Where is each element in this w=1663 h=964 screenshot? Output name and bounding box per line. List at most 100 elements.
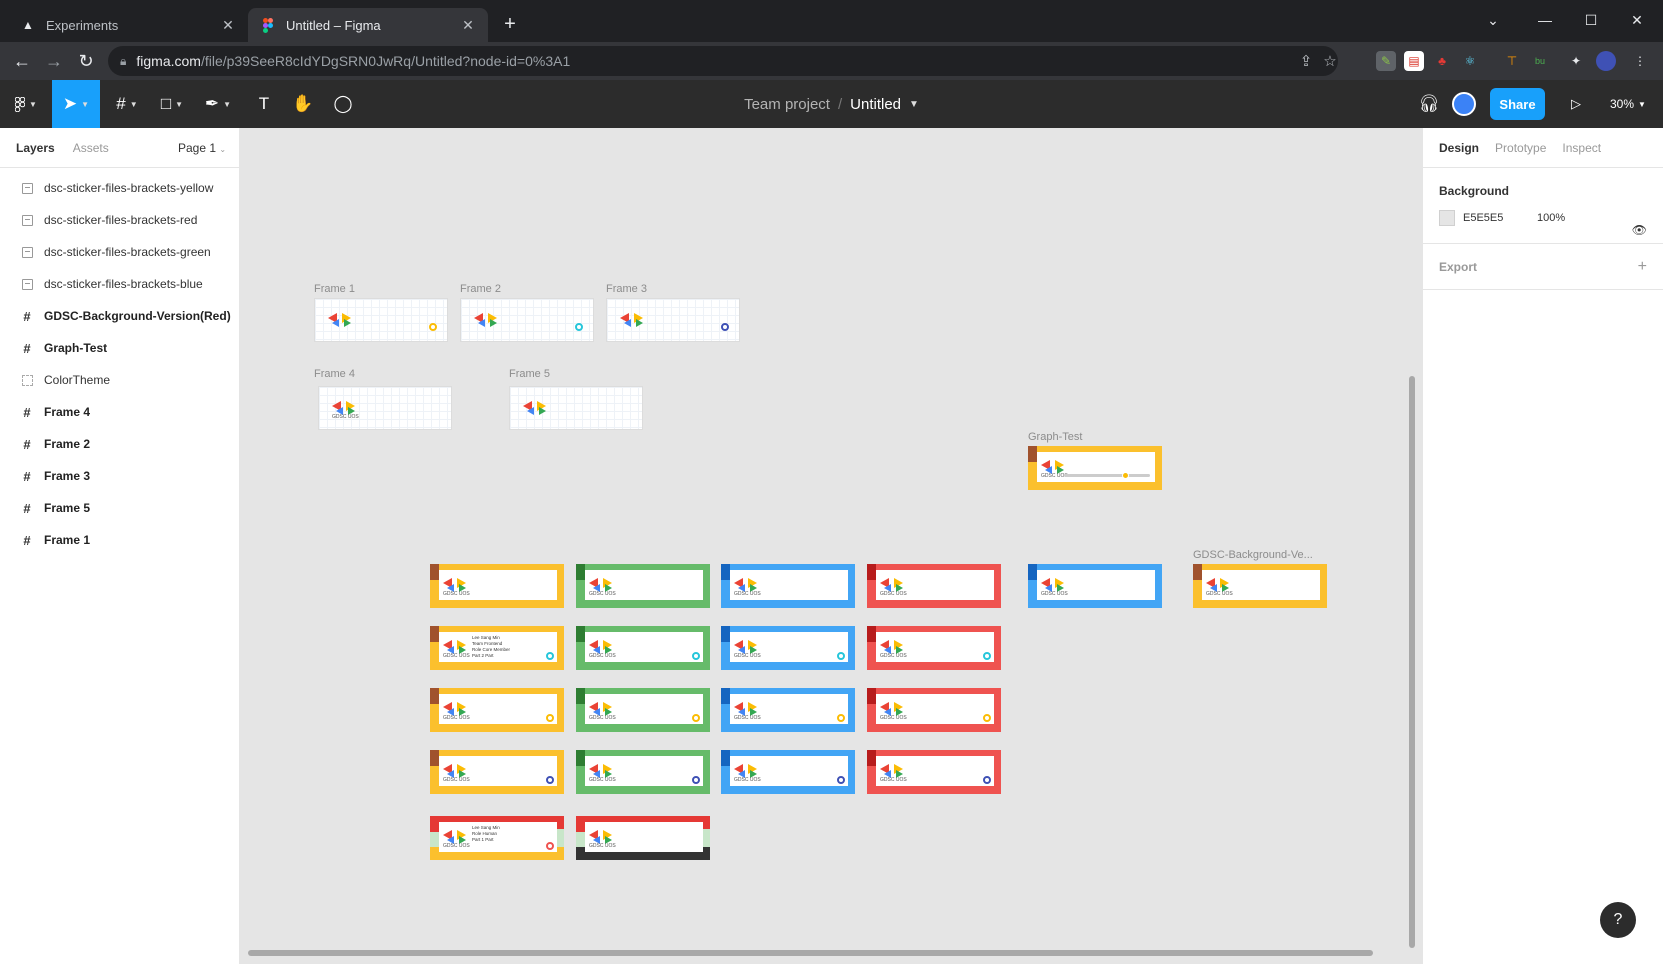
- frame-label[interactable]: Frame 4: [314, 368, 355, 380]
- layer-item[interactable]: dsc-sticker-files-brackets-green: [0, 236, 239, 268]
- color-sticker[interactable]: GDSC UOS: [430, 750, 564, 794]
- vertical-scrollbar[interactable]: [1409, 376, 1415, 948]
- color-sticker[interactable]: GDSC UOS: [576, 750, 710, 794]
- color-sticker[interactable]: GDSC UOS: [867, 688, 1001, 732]
- layer-item[interactable]: # Frame 4: [0, 396, 239, 428]
- tab-assets[interactable]: Assets: [73, 141, 109, 155]
- color-sticker[interactable]: GDSC UOS: [430, 564, 564, 608]
- color-sticker[interactable]: GDSC UOS: [867, 564, 1001, 608]
- color-sticker[interactable]: GDSC UOS: [1028, 446, 1162, 490]
- background-opacity-input[interactable]: 100%: [1537, 212, 1565, 224]
- page-selector[interactable]: Page 1 ⌄: [178, 141, 226, 155]
- new-tab-button[interactable]: +: [500, 14, 520, 34]
- present-play-icon[interactable]: ▷: [1564, 80, 1588, 128]
- bookmark-star-icon[interactable]: ☆: [1318, 49, 1342, 73]
- layer-item[interactable]: dsc-sticker-files-brackets-blue: [0, 268, 239, 300]
- maximize-button[interactable]: ☐: [1568, 6, 1614, 34]
- color-sticker[interactable]: GDSC UOS: [721, 626, 855, 670]
- extension-react-icon[interactable]: ⚛: [1460, 51, 1480, 71]
- color-sticker[interactable]: GDSC UOS: [430, 688, 564, 732]
- close-icon[interactable]: ✕: [460, 17, 476, 33]
- color-sticker[interactable]: GDSC UOS: [721, 564, 855, 608]
- minimize-button[interactable]: —: [1522, 6, 1568, 34]
- frame-label[interactable]: Frame 1: [314, 283, 355, 295]
- design-canvas[interactable]: Frame 1 Frame 2 Frame 3 Frame 4 Frame 5 GDSC …: [240, 128, 1422, 964]
- chevron-down-icon[interactable]: ▼: [909, 99, 919, 110]
- extension-pen-icon[interactable]: ✎: [1376, 51, 1396, 71]
- layer-item[interactable]: ColorTheme: [0, 364, 239, 396]
- color-sticker[interactable]: GDSC UOS: [867, 750, 1001, 794]
- layer-item[interactable]: # GDSC-Background-Version(Red): [0, 300, 239, 332]
- eye-icon[interactable]: 👁︎: [1632, 223, 1647, 237]
- frame-label[interactable]: Frame 3: [606, 283, 647, 295]
- color-sticker[interactable]: GDSC UOS: [576, 564, 710, 608]
- layer-item[interactable]: dsc-sticker-files-brackets-yellow: [0, 172, 239, 204]
- sticker-frame[interactable]: GDSC UOS: [318, 386, 452, 430]
- user-avatar[interactable]: [1452, 92, 1476, 116]
- sticker-frame[interactable]: [314, 298, 448, 342]
- extensions-puzzle-icon[interactable]: ✦: [1566, 51, 1586, 71]
- close-icon[interactable]: ✕: [220, 17, 236, 33]
- frame-label[interactable]: Graph-Test: [1028, 431, 1082, 443]
- comment-tool-icon[interactable]: ◯: [328, 80, 358, 128]
- horizontal-scrollbar[interactable]: [248, 950, 1373, 956]
- close-window-button[interactable]: ✕: [1614, 6, 1660, 34]
- help-button[interactable]: ?: [1600, 902, 1636, 938]
- background-hex-input[interactable]: E5E5E5: [1463, 212, 1537, 224]
- color-sticker[interactable]: GDSC UOS Lee Sang Min Role Human Part 1 Par…: [430, 816, 564, 860]
- profile-avatar-icon[interactable]: [1596, 51, 1616, 71]
- layer-item[interactable]: # Frame 5: [0, 492, 239, 524]
- extension-tool-icon[interactable]: ⊤: [1502, 51, 1522, 71]
- color-sticker[interactable]: GDSC UOS: [576, 688, 710, 732]
- color-sticker[interactable]: GDSC UOS: [576, 816, 710, 860]
- color-sticker[interactable]: GDSC UOS: [867, 626, 1001, 670]
- back-button[interactable]: ←: [10, 49, 34, 73]
- shape-tool-icon[interactable]: □ ▼: [152, 80, 192, 128]
- extension-doc-icon[interactable]: ▤: [1404, 51, 1424, 71]
- tab-search-icon[interactable]: ⌄: [1470, 6, 1516, 34]
- layer-item[interactable]: # Frame 2: [0, 428, 239, 460]
- color-sticker[interactable]: GDSC UOS: [721, 688, 855, 732]
- color-sticker[interactable]: GDSC UOS: [1193, 564, 1327, 608]
- sticker-frame[interactable]: [509, 386, 643, 430]
- extension-green-icon[interactable]: bu: [1530, 51, 1550, 71]
- tab-design[interactable]: Design: [1439, 141, 1479, 155]
- forward-button[interactable]: →: [42, 49, 66, 73]
- color-sticker[interactable]: GDSC UOS: [1028, 564, 1162, 608]
- layer-item[interactable]: dsc-sticker-files-brackets-red: [0, 204, 239, 236]
- text-tool-icon[interactable]: T: [250, 80, 278, 128]
- add-export-icon[interactable]: +: [1638, 258, 1647, 276]
- sticker-frame[interactable]: [606, 298, 740, 342]
- tab-inspect[interactable]: Inspect: [1562, 141, 1601, 155]
- project-name[interactable]: Team project: [744, 96, 830, 113]
- file-name[interactable]: Untitled: [850, 96, 901, 113]
- hand-tool-icon[interactable]: ✋: [288, 80, 318, 128]
- address-bar[interactable]: 🔒︎ figma.com/file/p39SeeR8cIdYDgSRN0JwRq…: [108, 46, 1338, 76]
- frame-label[interactable]: Frame 5: [509, 368, 550, 380]
- layer-item[interactable]: # Frame 1: [0, 524, 239, 556]
- tab-layers[interactable]: Layers: [16, 141, 55, 155]
- frame-tool-icon[interactable]: # ▼: [108, 80, 146, 128]
- extension-hat-icon[interactable]: ♣: [1432, 51, 1452, 71]
- share-button[interactable]: Share: [1490, 88, 1545, 120]
- audio-headphones-icon[interactable]: 🎧︎: [1416, 80, 1442, 128]
- tab-prototype[interactable]: Prototype: [1495, 141, 1546, 155]
- color-sticker[interactable]: GDSC UOS: [576, 626, 710, 670]
- color-sticker[interactable]: GDSC UOS: [721, 750, 855, 794]
- frame-label[interactable]: GDSC-Background-Ve...: [1193, 549, 1313, 561]
- reload-button[interactable]: ↻: [74, 49, 98, 73]
- background-color-swatch[interactable]: [1439, 210, 1455, 226]
- figma-main-menu-icon[interactable]: ▼: [6, 80, 46, 128]
- browser-tab-figma[interactable]: Untitled – Figma ✕: [248, 8, 488, 42]
- move-tool-icon[interactable]: ➤ ▼: [52, 80, 100, 128]
- color-sticker[interactable]: GDSC UOS Lee Sang Min Team Frontend Role Co…: [430, 626, 564, 670]
- browser-menu-icon[interactable]: ⋮: [1630, 51, 1650, 71]
- layer-item[interactable]: # Graph-Test: [0, 332, 239, 364]
- layer-item[interactable]: # Frame 3: [0, 460, 239, 492]
- frame-label[interactable]: Frame 2: [460, 283, 501, 295]
- share-page-icon[interactable]: ⇪: [1294, 49, 1318, 73]
- zoom-menu[interactable]: 30% ▼: [1610, 80, 1646, 128]
- sticker-frame[interactable]: [460, 298, 594, 342]
- pen-tool-icon[interactable]: ✒ ▼: [198, 80, 238, 128]
- browser-tab-experiments[interactable]: ▲ Experiments ✕: [8, 8, 248, 42]
